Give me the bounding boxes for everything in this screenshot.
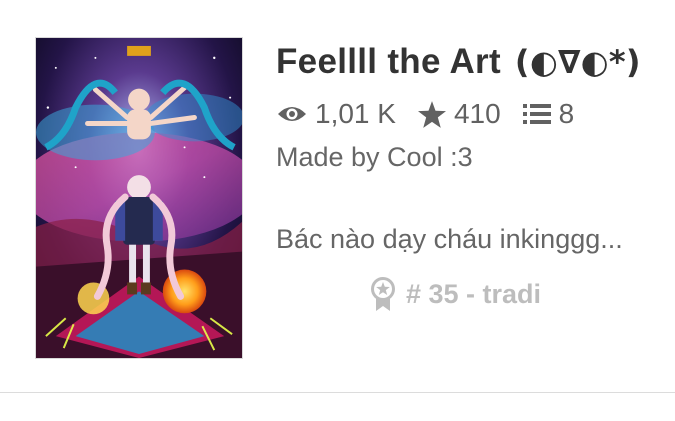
parts-stat: 8 — [522, 98, 575, 130]
star-icon — [417, 100, 446, 128]
story-stats: 1,01 K 410 8 — [277, 96, 596, 132]
ribbon-badge-icon — [371, 277, 395, 311]
story-cover-image[interactable] — [35, 37, 243, 359]
story-description: Bác nào dạy cháu inkinggg... — [276, 224, 623, 254]
story-author-line: Made by Cool :3 — [276, 142, 473, 172]
cover-artwork — [36, 38, 242, 358]
votes-count: 410 — [453, 98, 501, 129]
story-rank-tag[interactable]: # 35 - tradi — [370, 274, 541, 314]
list-divider — [0, 392, 675, 393]
story-card[interactable]: Feellll the Art (◐∇◐*) 1,01 K 410 8 Made… — [0, 0, 675, 393]
rank-label: # 35 - tradi — [406, 278, 542, 309]
views-stat: 1,01 K — [277, 98, 396, 130]
story-title[interactable]: Feellll the Art (◐∇◐*) — [276, 42, 666, 82]
parts-count: 8 — [558, 98, 575, 129]
story-title-emoticon: (◐∇◐*) — [514, 43, 641, 81]
eye-icon — [278, 107, 306, 121]
list-icon — [522, 104, 551, 124]
views-count: 1,01 K — [315, 98, 396, 129]
story-title-text: Feellll the Art — [276, 42, 501, 81]
votes-stat: 410 — [417, 98, 501, 130]
story-list-page: Feellll the Art (◐∇◐*) 1,01 K 410 8 Made… — [0, 0, 675, 421]
